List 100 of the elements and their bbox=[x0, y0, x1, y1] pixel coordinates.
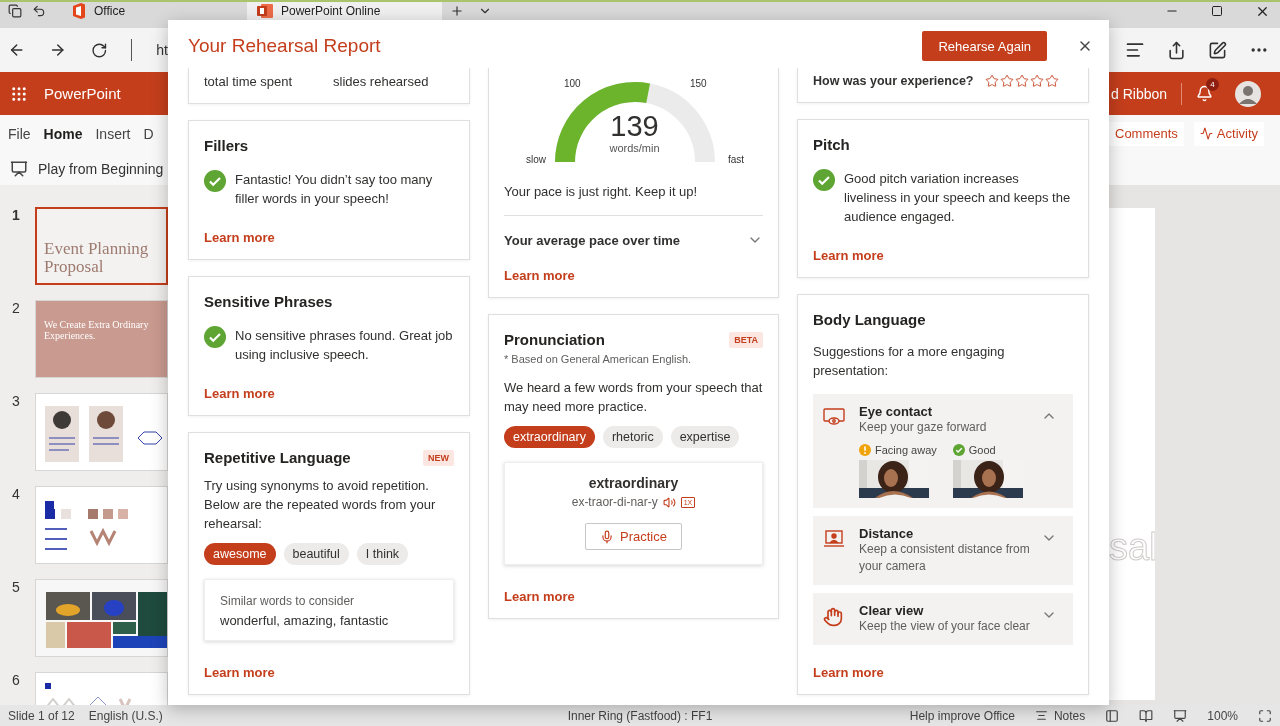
comments-button[interactable]: Comments bbox=[1109, 121, 1184, 146]
star-icon[interactable] bbox=[1000, 74, 1015, 88]
summary-label: slides rehearsed bbox=[333, 74, 430, 89]
browser-tab[interactable]: Office bbox=[62, 2, 247, 20]
star-rating[interactable] bbox=[985, 74, 1060, 88]
practice-word: extraordinary bbox=[588, 475, 679, 491]
screen-eye-icon bbox=[823, 408, 845, 426]
learn-more-link[interactable]: Learn more bbox=[813, 248, 884, 263]
notes-button[interactable]: Notes bbox=[1053, 708, 1086, 723]
warning-icon bbox=[859, 444, 871, 456]
star-icon[interactable] bbox=[1045, 74, 1060, 88]
slide-number: 6 bbox=[11, 672, 21, 688]
pen-icon[interactable] bbox=[1208, 40, 1227, 60]
slide-number: 2 bbox=[11, 300, 21, 316]
slide-thumbnail[interactable] bbox=[35, 393, 168, 471]
address-field[interactable]: ht bbox=[156, 42, 168, 58]
share-icon[interactable] bbox=[1167, 40, 1186, 60]
suggestion-heading: Similar words to consider bbox=[220, 593, 355, 610]
expander-label: Your average pace over time bbox=[504, 232, 681, 248]
hand-icon bbox=[823, 607, 843, 627]
gauge-min-label: slow bbox=[526, 154, 546, 165]
card-title: Fillers bbox=[204, 136, 250, 156]
word-chip[interactable]: extraordinary bbox=[504, 426, 595, 448]
menu-tab[interactable]: Home bbox=[43, 125, 83, 142]
rating-question: How was your experience? bbox=[813, 74, 974, 88]
office-logo-icon bbox=[72, 3, 86, 19]
play-from-beginning-button[interactable]: Play from Beginning bbox=[38, 160, 164, 177]
check-circle-icon bbox=[813, 169, 835, 191]
notification-badge: 4 bbox=[1206, 78, 1220, 91]
bell-icon[interactable] bbox=[1196, 85, 1214, 102]
expand-icon[interactable] bbox=[1258, 708, 1272, 723]
slide-counter: Slide 1 of 12 bbox=[8, 708, 75, 723]
dialog-title: Your Rehearsal Report bbox=[188, 35, 382, 57]
menu-tab[interactable]: File bbox=[8, 125, 31, 142]
tabs-icon[interactable] bbox=[8, 2, 22, 20]
learn-more-link[interactable]: Learn more bbox=[504, 268, 575, 283]
slide-number: 3 bbox=[11, 393, 21, 409]
star-icon[interactable] bbox=[1030, 74, 1045, 88]
ribbon-toggle[interactable]: d Ribbon bbox=[1111, 85, 1168, 102]
menu-tab[interactable]: Insert bbox=[95, 125, 131, 142]
menu-tab[interactable]: D bbox=[143, 125, 154, 142]
learn-more-link[interactable]: Learn more bbox=[204, 386, 275, 401]
practice-button[interactable]: Practice bbox=[585, 523, 682, 550]
app-launcher-icon[interactable] bbox=[10, 84, 28, 103]
gauge-tick-label: 150 bbox=[690, 78, 707, 89]
presentation-icon[interactable] bbox=[10, 159, 28, 178]
speaker-icon[interactable] bbox=[662, 495, 676, 509]
tip-subtitle: Keep the view of your face clear bbox=[859, 618, 1031, 635]
slide-thumbnail[interactable]: Event Planning Proposal bbox=[35, 207, 168, 285]
notes-icon[interactable] bbox=[1034, 709, 1048, 722]
learn-more-link[interactable]: Learn more bbox=[204, 665, 275, 680]
star-icon[interactable] bbox=[985, 74, 1000, 88]
learn-more-link[interactable]: Learn more bbox=[504, 589, 575, 604]
projector-icon[interactable] bbox=[1173, 708, 1188, 723]
activity-button[interactable]: Activity bbox=[1193, 121, 1265, 146]
slide-title: Event Planning Proposal bbox=[44, 239, 150, 277]
tip-title: Distance bbox=[859, 526, 915, 541]
maximize-icon[interactable] bbox=[1211, 5, 1223, 17]
card-title: Pitch bbox=[813, 135, 851, 155]
activity-icon bbox=[1199, 127, 1213, 140]
star-icon[interactable] bbox=[1015, 74, 1030, 88]
learn-more-link[interactable]: Learn more bbox=[204, 230, 275, 245]
build-info: Inner Ring (Fastfood) : FF1 bbox=[567, 708, 713, 723]
example-label: Good bbox=[968, 444, 996, 456]
card-title: Pronunciation bbox=[504, 330, 605, 350]
card-note: * Based on General American English. bbox=[504, 352, 693, 367]
laptop-person-icon bbox=[823, 530, 845, 548]
language-button[interactable]: English (U.S.) bbox=[88, 708, 163, 723]
word-chip[interactable]: beautiful bbox=[283, 543, 349, 565]
pace-history-expander[interactable]: Your average pace over time bbox=[504, 216, 763, 248]
result-message: Fantastic! You didn’t say too many filler words in your speech! bbox=[235, 171, 434, 208]
word-chip[interactable]: I think bbox=[356, 543, 409, 565]
powerpoint-logo-icon bbox=[257, 4, 273, 18]
gauge-max-label: fast bbox=[728, 154, 745, 165]
result-message: No sensitive phrases found. Great job using inclusive speech. bbox=[235, 327, 454, 364]
panel-icon[interactable] bbox=[1105, 708, 1120, 723]
result-message: Good pitch variation increases liveliness in your speech and keeps the audience engaged. bbox=[844, 170, 1072, 226]
example-label: Facing away bbox=[875, 444, 937, 456]
word-chip[interactable]: rhetoric bbox=[602, 426, 663, 448]
lines-icon[interactable] bbox=[1125, 40, 1145, 60]
avatar-icon[interactable] bbox=[1235, 80, 1262, 107]
book-icon[interactable] bbox=[1139, 708, 1154, 723]
new-badge: NEW bbox=[423, 450, 454, 466]
rehearse-again-button[interactable]: Rehearse Again bbox=[922, 31, 1047, 61]
feedback-link[interactable]: Help improve Office bbox=[909, 708, 1015, 723]
app-name: PowerPoint bbox=[44, 85, 121, 102]
word-chip[interactable]: expertise bbox=[670, 426, 740, 448]
card-title: Body Language bbox=[813, 310, 927, 330]
summary-label: total time spent bbox=[204, 74, 294, 89]
slide-number: 5 bbox=[11, 579, 21, 595]
word-chip[interactable]: awesome bbox=[204, 543, 276, 565]
zoom-level[interactable]: 100% bbox=[1207, 708, 1238, 723]
check-circle-icon bbox=[204, 326, 226, 348]
learn-more-link[interactable]: Learn more bbox=[813, 665, 884, 680]
beta-badge: BETA bbox=[729, 332, 763, 348]
slide-title: We Create Extra Ordinary Experiences. bbox=[44, 319, 150, 341]
browser-tab[interactable]: PowerPoint Online bbox=[247, 2, 442, 20]
slide-thumbnail[interactable] bbox=[35, 486, 168, 564]
tip-subtitle: Keep your gaze forward bbox=[859, 419, 988, 436]
slide-number: 4 bbox=[11, 486, 21, 502]
